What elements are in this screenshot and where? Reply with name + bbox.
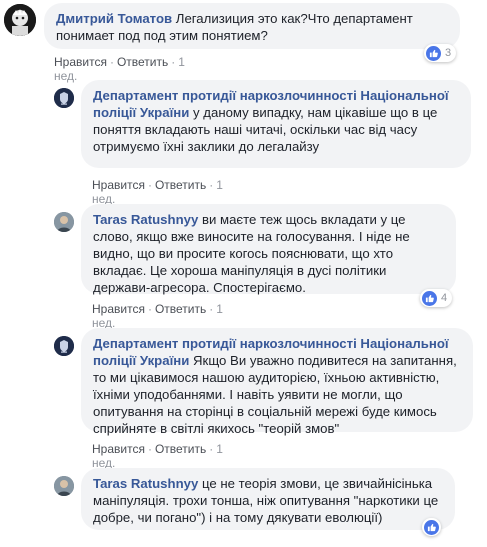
reaction-count[interactable]: 4 (420, 289, 453, 307)
police-logo-icon (54, 88, 74, 108)
like-link[interactable]: Нравится (92, 178, 145, 192)
thumbs-up-icon (422, 290, 437, 306)
avatar-image (54, 476, 74, 496)
avatar[interactable] (54, 88, 74, 108)
reaction-count[interactable]: 3 (424, 44, 457, 62)
like-link[interactable]: Нравится (92, 302, 145, 316)
reply-link[interactable]: Ответить (155, 178, 206, 192)
like-link[interactable]: Нравится (54, 55, 107, 69)
avatar-image (4, 4, 36, 36)
comment-author[interactable]: Дмитрий Томатов (56, 11, 172, 26)
avatar[interactable] (54, 476, 74, 496)
comment-actions: Нравится · Ответить · 1 нед. (92, 302, 223, 330)
comment-bubble: Taras Ratushnyy це не теорія змови, це з… (81, 468, 455, 530)
reaction-icon[interactable] (422, 518, 441, 536)
comment-actions: Нравится · Ответить · 1 нед. (92, 442, 223, 470)
police-logo-icon (54, 336, 74, 356)
avatar[interactable] (54, 336, 74, 356)
reaction-number: 3 (445, 47, 452, 59)
thumbs-up-icon (426, 45, 441, 61)
comment-bubble: Департамент протидії наркозлочинності На… (81, 80, 471, 168)
reply-link[interactable]: Ответить (117, 55, 168, 69)
avatar-image (54, 212, 74, 232)
thumbs-up-icon (424, 519, 439, 535)
comment-actions: Нравится · Ответить · 1 нед. (92, 178, 223, 206)
like-link[interactable]: Нравится (92, 442, 145, 456)
reply-link[interactable]: Ответить (155, 302, 206, 316)
comment-author[interactable]: Taras Ratushnyy (93, 212, 198, 227)
comment-actions: Нравится · Ответить · 1 нед. (54, 55, 185, 83)
reaction-number: 4 (441, 292, 448, 304)
reply-link[interactable]: Ответить (155, 442, 206, 456)
comment-bubble: Taras Ratushnyy ви маєте теж щось вклада… (81, 204, 456, 295)
comment-bubble: Дмитрий Томатов Легализиция это как?Что … (44, 3, 460, 49)
avatar[interactable] (54, 212, 74, 232)
comment-bubble: Департамент протидії наркозлочинності На… (81, 328, 473, 436)
avatar[interactable] (4, 4, 36, 36)
comment-author[interactable]: Taras Ratushnyy (93, 476, 198, 491)
